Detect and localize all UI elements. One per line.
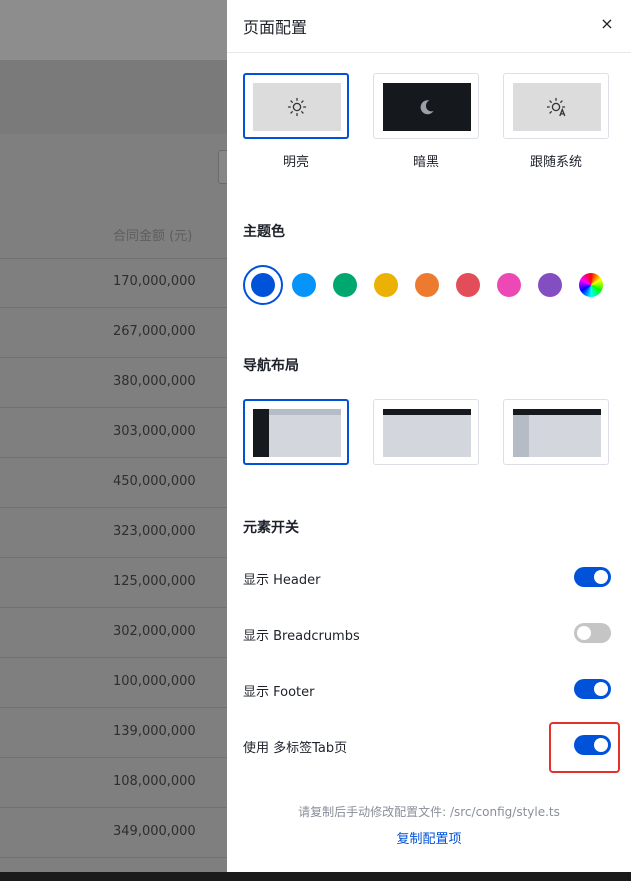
toggle-breadcrumbs-label: 显示 Breadcrumbs <box>243 629 360 644</box>
switch-knob <box>594 570 608 584</box>
color-swatch-red[interactable] <box>456 273 480 297</box>
mode-dark-label: 暗黑 <box>412 155 439 170</box>
mode-light-label: 明亮 <box>282 155 309 170</box>
amount-cell: 380,000,000 <box>113 374 196 389</box>
layout-side-nav <box>253 409 269 457</box>
amount-cell: 323,000,000 <box>113 524 196 539</box>
copy-config-link[interactable]: 复制配置项 <box>227 828 631 847</box>
color-swatch-purple[interactable] <box>538 273 562 297</box>
mode-light-card[interactable] <box>243 73 349 139</box>
drawer-header: 页面配置 × <box>227 0 631 53</box>
mode-dark-card[interactable] <box>373 73 479 139</box>
layout-side-card[interactable] <box>243 399 349 465</box>
highlight-annotation <box>549 722 620 773</box>
layout-mix-card[interactable] <box>503 399 609 465</box>
toggle-multitab-label: 使用 多标签Tab页 <box>243 741 348 756</box>
moon-icon <box>383 83 471 131</box>
toggle-header-label: 显示 Header <box>243 573 321 588</box>
layout-top-nav <box>383 409 471 415</box>
color-swatch-yellow[interactable] <box>374 273 398 297</box>
toggle-footer-label: 显示 Footer <box>243 685 315 700</box>
amount-cell: 349,000,000 <box>113 824 196 839</box>
element-toggles-title: 元素开关 <box>243 520 299 536</box>
color-swatch-light-blue[interactable] <box>292 273 316 297</box>
layout-mix-sidenav <box>513 415 529 457</box>
switch-knob <box>594 682 608 696</box>
mode-auto-card[interactable] <box>503 73 609 139</box>
amount-cell: 302,000,000 <box>113 624 196 639</box>
toggle-footer-switch[interactable] <box>574 679 611 699</box>
color-swatch-green[interactable] <box>333 273 357 297</box>
color-swatch-orange[interactable] <box>415 273 439 297</box>
nav-layout-title: 导航布局 <box>243 358 299 374</box>
layout-top-preview <box>383 409 471 457</box>
amount-cell: 303,000,000 <box>113 424 196 439</box>
column-title-amount: 合同金额 (元) <box>113 229 193 244</box>
config-note: 请复制后手动修改配置文件: /src/config/style.ts <box>298 805 560 819</box>
amount-cell: 108,000,000 <box>113 774 196 789</box>
amount-cell: 170,000,000 <box>113 274 196 289</box>
mode-auto-label: 跟随系统 <box>529 155 582 170</box>
switch-knob <box>577 626 591 640</box>
amount-cell: 139,000,000 <box>113 724 196 739</box>
color-swatch-blue[interactable] <box>251 273 275 297</box>
bottom-bar <box>0 872 631 881</box>
toggle-header-switch[interactable] <box>574 567 611 587</box>
settings-drawer: 页面配置 × 明亮 暗黑 跟随系统 主题色 导航布局 元素开关 显示 Heade… <box>227 0 631 881</box>
color-swatch-pink[interactable] <box>497 273 521 297</box>
color-swatch-custom[interactable] <box>579 273 603 297</box>
close-icon[interactable]: × <box>599 14 615 33</box>
amount-cell: 100,000,000 <box>113 674 196 689</box>
amount-cell: 267,000,000 <box>113 324 196 339</box>
layout-top-card[interactable] <box>373 399 479 465</box>
amount-cell: 125,000,000 <box>113 574 196 589</box>
layout-side-header <box>269 409 341 415</box>
amount-cell: 450,000,000 <box>113 474 196 489</box>
drawer-title: 页面配置 <box>243 18 308 37</box>
theme-color-title: 主题色 <box>243 224 285 240</box>
auto-theme-icon <box>513 83 601 131</box>
sun-icon <box>253 83 341 131</box>
toggle-breadcrumbs-switch[interactable] <box>574 623 611 643</box>
